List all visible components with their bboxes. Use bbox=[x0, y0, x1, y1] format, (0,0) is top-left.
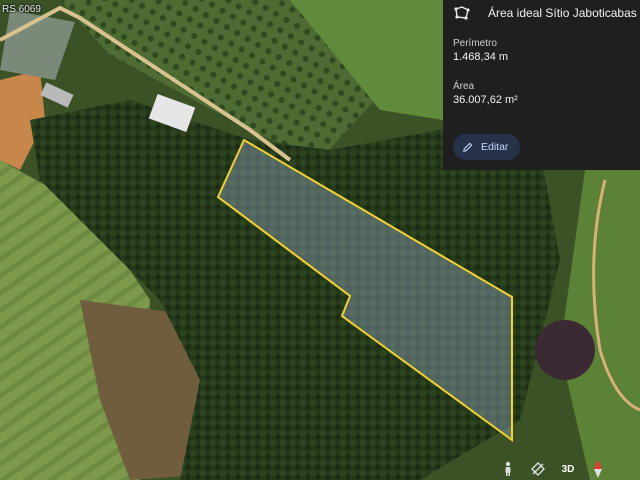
measurement-panel: Área ideal Sítio Jaboticabas Perímetro 1… bbox=[443, 0, 640, 170]
area-block: Área 36.007,62 m² bbox=[453, 81, 640, 106]
rotate-icon[interactable] bbox=[528, 459, 548, 479]
area-value: 36.007,62 m² bbox=[453, 94, 518, 106]
perimeter-value: 1.468,34 m bbox=[453, 51, 509, 63]
edit-label: Editar bbox=[481, 141, 509, 153]
compass-icon[interactable] bbox=[588, 459, 608, 479]
wetland bbox=[535, 320, 595, 380]
edit-button[interactable]: Editar bbox=[453, 134, 521, 160]
view-3d-button[interactable]: 3D bbox=[558, 459, 578, 479]
perimeter-block: Perímetro 1.468,34 m bbox=[453, 38, 640, 63]
pegman-icon[interactable] bbox=[498, 459, 518, 479]
map-controls: 3D bbox=[498, 458, 618, 480]
polygon-measure-icon bbox=[454, 6, 470, 20]
area-label: Área bbox=[453, 81, 475, 92]
panel-title: Área ideal Sítio Jaboticabas bbox=[488, 6, 637, 20]
pencil-icon bbox=[463, 142, 473, 152]
road-label: RS 6069 bbox=[2, 4, 41, 15]
panel-header: Área ideal Sítio Jaboticabas bbox=[443, 0, 640, 26]
perimeter-label: Perímetro bbox=[453, 38, 497, 49]
